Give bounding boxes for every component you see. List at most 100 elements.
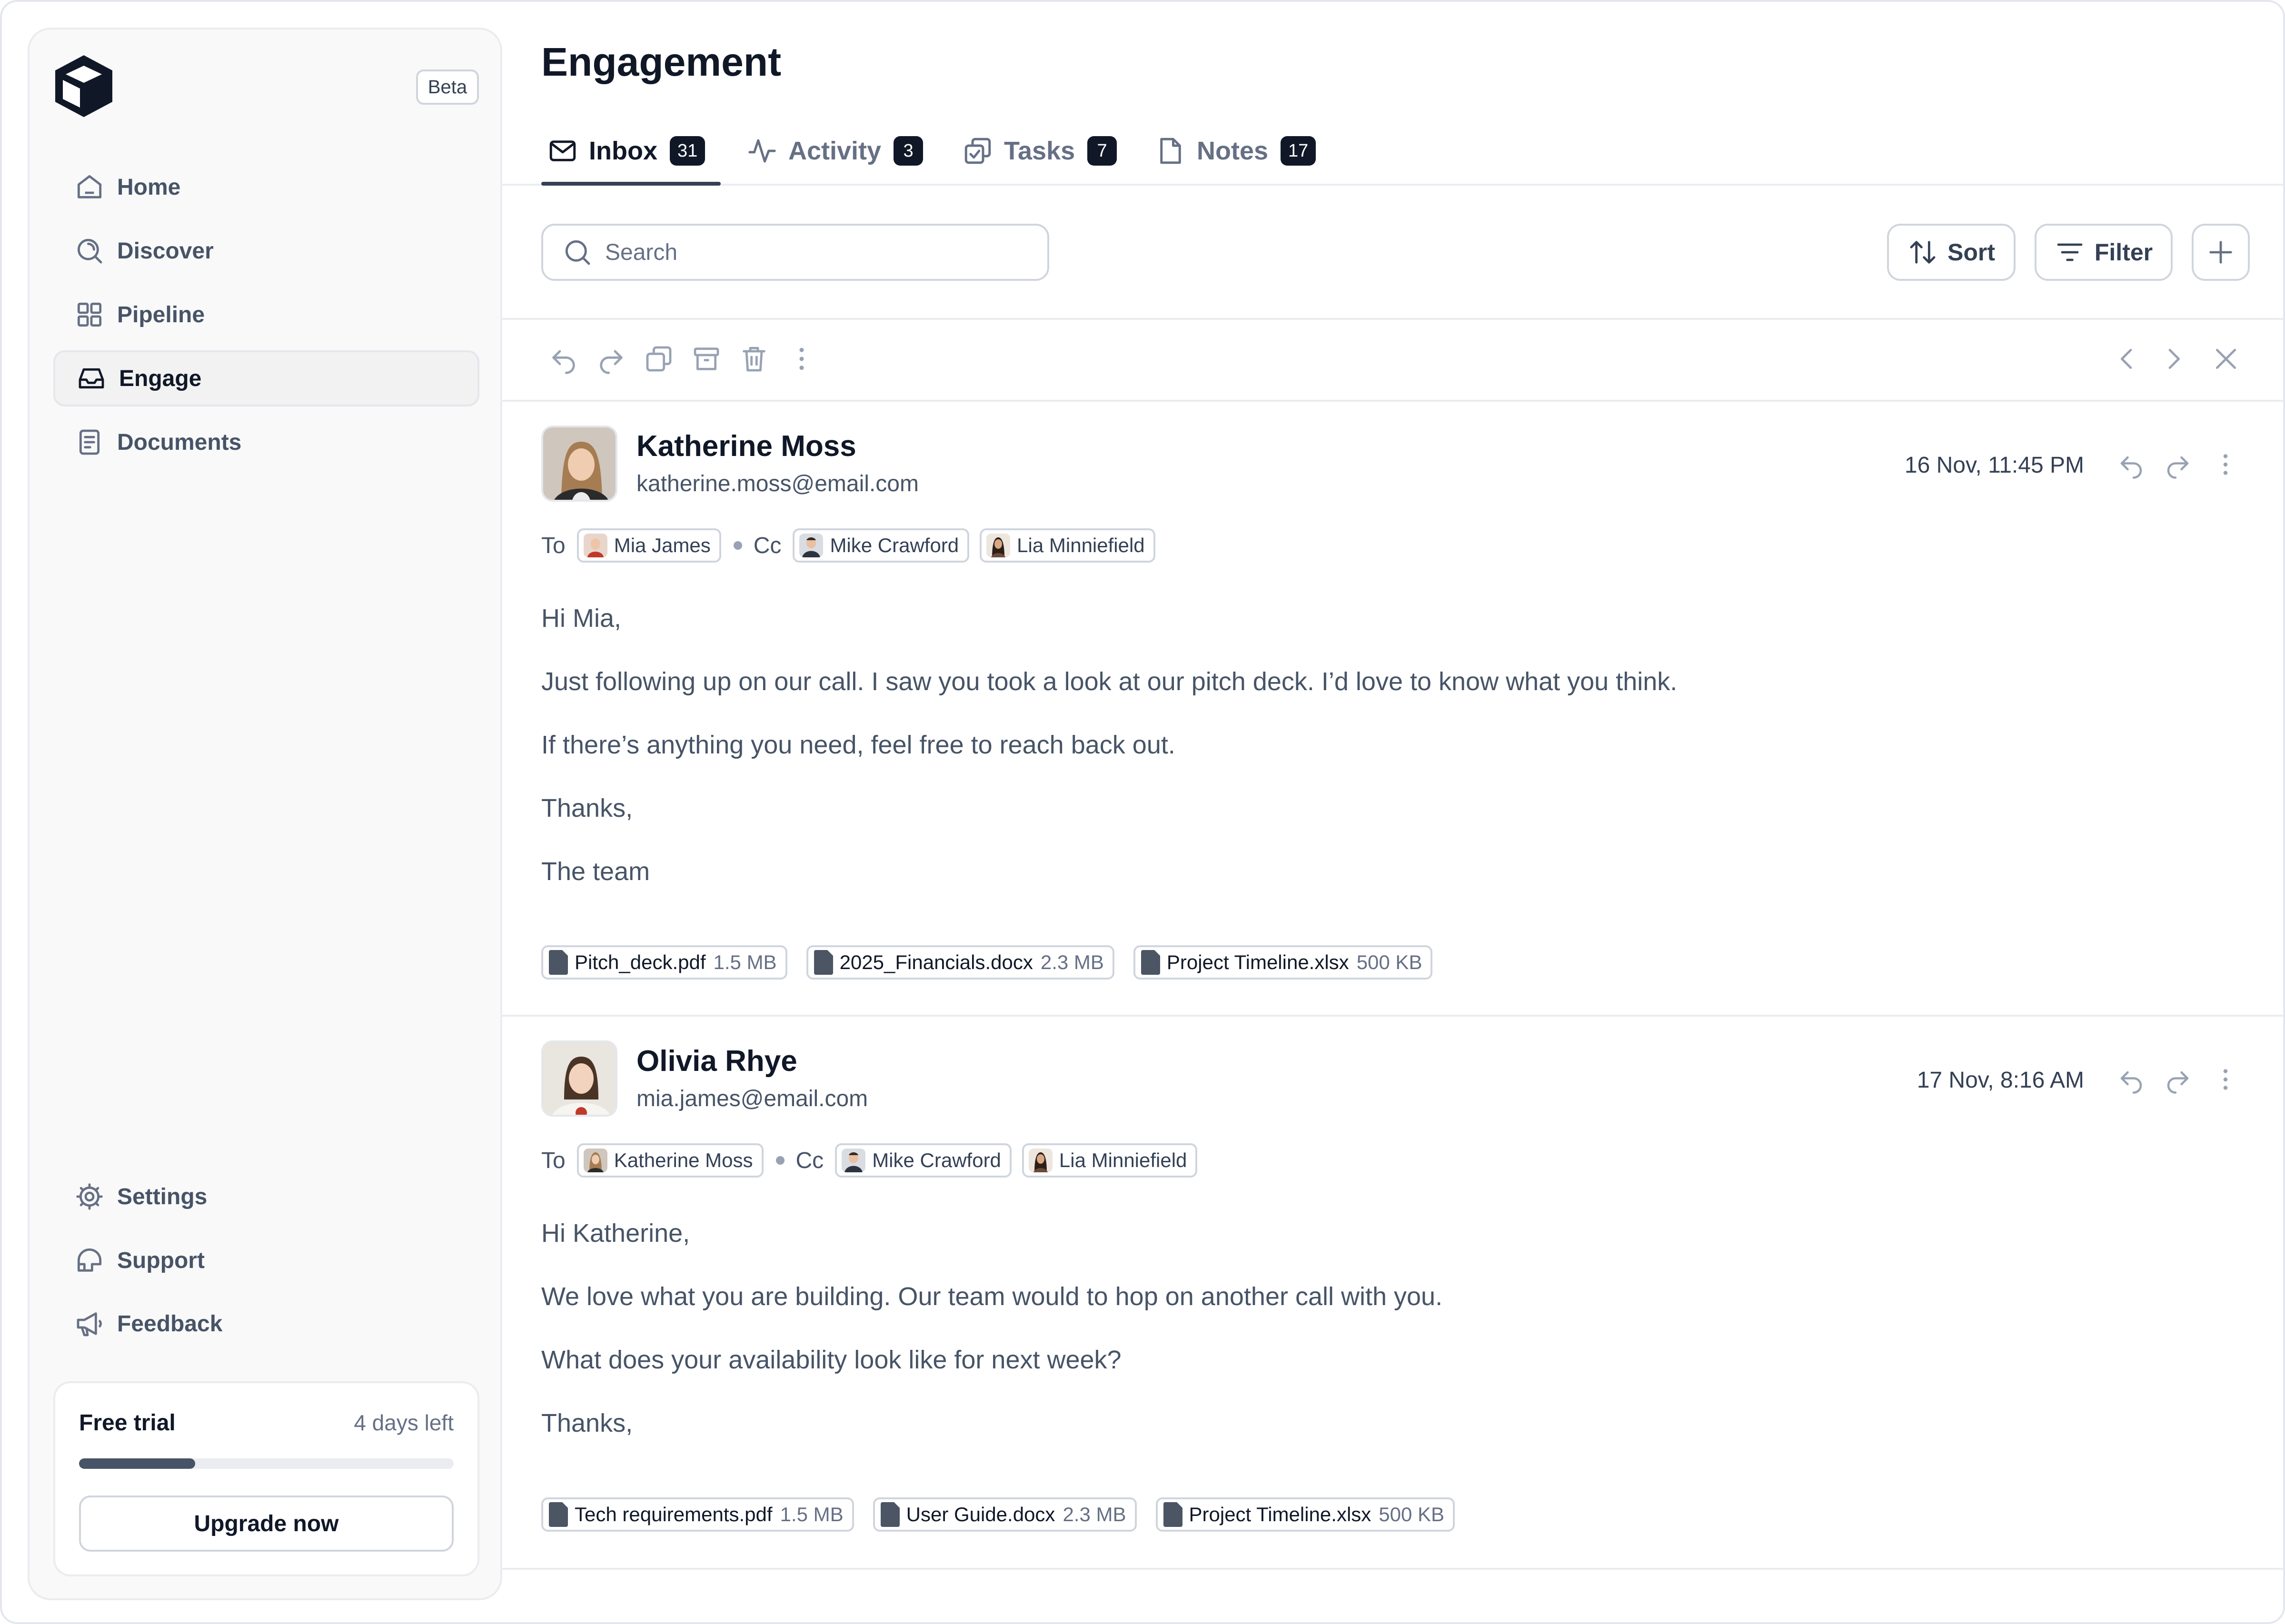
avatar[interactable] xyxy=(541,1040,617,1117)
sidebar-item-feedback[interactable]: Feedback xyxy=(53,1296,479,1352)
tab-tasks[interactable]: Tasks 7 xyxy=(962,116,1117,186)
trash-icon[interactable] xyxy=(739,344,769,374)
recipient-name: Lia Minniefield xyxy=(1059,1149,1187,1171)
recipient-name: Lia Minniefield xyxy=(1017,534,1145,556)
tab-notes[interactable]: Notes 17 xyxy=(1155,116,1316,186)
attachment-name: 2025_Financials.docx xyxy=(839,951,1033,973)
home-icon xyxy=(77,175,102,198)
recipient-name: Mia James xyxy=(614,534,711,556)
tab-inbox[interactable]: Inbox 31 xyxy=(547,116,705,186)
attachment-chip[interactable]: Project Timeline.xlsx 500 KB xyxy=(1133,945,1433,980)
file-icon xyxy=(880,1502,900,1527)
sidebar-item-label: Home xyxy=(117,174,181,200)
copy-icon[interactable] xyxy=(644,344,674,374)
avatar xyxy=(583,1149,607,1172)
more-vertical-icon[interactable] xyxy=(786,344,817,374)
add-button[interactable] xyxy=(2192,224,2250,281)
to-label: To xyxy=(541,1148,566,1173)
beta-badge: Beta xyxy=(416,69,479,105)
app-window: Beta Home Discover Pipeline Engage Docum… xyxy=(0,0,2285,1624)
tab-label: Tasks xyxy=(1004,137,1075,165)
chevron-left-icon[interactable] xyxy=(2112,344,2142,374)
more-vertical-icon[interactable] xyxy=(2211,450,2240,479)
email-timestamp: 16 Nov, 11:45 PM xyxy=(1904,453,2084,478)
more-vertical-icon[interactable] xyxy=(2211,1065,2240,1094)
sidebar-item-engage[interactable]: Engage xyxy=(53,350,479,406)
sort-label: Sort xyxy=(1947,239,1995,266)
recipient-chip[interactable]: Mike Crawford xyxy=(835,1143,1012,1178)
sidebar-item-label: Support xyxy=(117,1248,205,1273)
sidebar-item-support[interactable]: Support xyxy=(53,1232,479,1288)
file-icon xyxy=(1163,1502,1182,1527)
plus-icon xyxy=(2209,241,2232,264)
sidebar-item-settings[interactable]: Settings xyxy=(53,1168,479,1225)
trial-progress-bar xyxy=(79,1458,454,1469)
recipient-name: Katherine Moss xyxy=(614,1149,753,1171)
page-title: Engagement xyxy=(541,40,782,84)
tab-count-badge: 31 xyxy=(670,136,705,166)
gear-icon xyxy=(76,1183,103,1210)
email-message: Olivia Rhye mia.james@email.com 17 Nov, … xyxy=(502,1017,2283,1569)
attachment-chip[interactable]: Pitch_deck.pdf 1.5 MB xyxy=(541,945,787,980)
trial-title: Free trial xyxy=(79,1410,176,1436)
recipient-name: Mike Crawford xyxy=(830,534,959,556)
search-input[interactable] xyxy=(604,238,1013,266)
trial-progress-fill xyxy=(79,1458,195,1469)
email-message: Katherine Moss katherine.moss@email.com … xyxy=(502,402,2283,1016)
attachment-name: User Guide.docx xyxy=(906,1503,1055,1525)
sidebar-item-pipeline[interactable]: Pipeline xyxy=(53,287,479,343)
forward-icon[interactable] xyxy=(596,344,626,374)
recipient-chip[interactable]: Lia Minniefield xyxy=(980,528,1155,563)
sidebar-item-home[interactable]: Home xyxy=(53,159,479,215)
recipient-chip[interactable]: Mike Crawford xyxy=(793,528,970,563)
email-body-line: Just following up on our call. I saw you… xyxy=(541,667,1678,696)
separator-dot xyxy=(733,541,742,550)
search-icon xyxy=(565,240,590,265)
recipient-chip[interactable]: Katherine Moss xyxy=(576,1143,764,1178)
avatar[interactable] xyxy=(541,426,617,502)
reply-icon[interactable] xyxy=(548,344,579,374)
forward-icon[interactable] xyxy=(2164,450,2192,479)
discover-icon xyxy=(77,238,102,264)
email-timestamp: 17 Nov, 8:16 AM xyxy=(1917,1068,2084,1093)
email-body-line: Hi Mia, xyxy=(541,604,622,633)
chevron-right-icon[interactable] xyxy=(2158,344,2189,374)
avatar xyxy=(583,534,607,557)
filter-label: Filter xyxy=(2094,239,2153,266)
tab-activity[interactable]: Activity 3 xyxy=(746,116,924,186)
toolbar-divider xyxy=(502,318,2283,320)
attachment-chip[interactable]: 2025_Financials.docx 2.3 MB xyxy=(806,945,1114,980)
email-body-line: If there’s anything you need, feel free … xyxy=(541,731,1175,759)
filter-button[interactable]: Filter xyxy=(2035,224,2173,281)
to-label: To xyxy=(541,533,566,558)
reply-icon[interactable] xyxy=(2117,1065,2146,1094)
app-logo[interactable] xyxy=(51,52,116,120)
close-icon[interactable] xyxy=(2211,344,2241,374)
attachment-size: 500 KB xyxy=(1356,951,1422,973)
forward-icon[interactable] xyxy=(2164,1065,2192,1094)
sidebar-item-discover[interactable]: Discover xyxy=(53,223,479,279)
file-icon xyxy=(1141,950,1160,975)
email-body-line: Hi Katherine, xyxy=(541,1219,690,1248)
cc-label: Cc xyxy=(795,1148,824,1173)
sidebar-item-documents[interactable]: Documents xyxy=(53,414,479,470)
tab-count-badge: 17 xyxy=(1281,136,1316,166)
recipient-chip[interactable]: Mia James xyxy=(576,528,721,563)
tab-label: Inbox xyxy=(589,137,657,165)
email-divider xyxy=(502,1568,2283,1570)
attachment-chip[interactable]: Project Timeline.xlsx 500 KB xyxy=(1155,1497,1455,1532)
attachment-chip[interactable]: User Guide.docx 2.3 MB xyxy=(873,1497,1137,1532)
sender-name: Katherine Moss xyxy=(636,430,856,463)
sort-button[interactable]: Sort xyxy=(1887,224,2016,281)
attachment-name: Pitch_deck.pdf xyxy=(575,951,706,973)
upgrade-now-button[interactable]: Upgrade now xyxy=(79,1495,454,1552)
reply-icon[interactable] xyxy=(2117,450,2146,479)
archive-icon[interactable] xyxy=(691,344,722,374)
separator-dot xyxy=(775,1156,785,1165)
support-icon xyxy=(77,1248,102,1272)
recipient-chip[interactable]: Lia Minniefield xyxy=(1022,1143,1198,1178)
search-box[interactable] xyxy=(541,224,1049,281)
attachment-chip[interactable]: Tech requirements.pdf 1.5 MB xyxy=(541,1497,854,1532)
email-body-line: Thanks, xyxy=(541,1409,633,1437)
email-body-line: Thanks, xyxy=(541,794,633,822)
